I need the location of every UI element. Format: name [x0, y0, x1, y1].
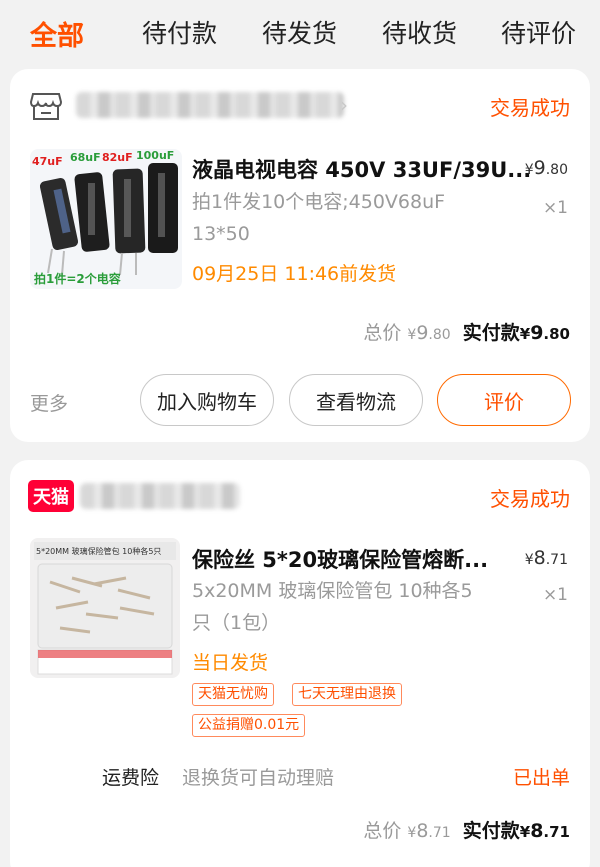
- review-button[interactable]: 评价: [437, 374, 571, 426]
- shop-icon: [30, 93, 62, 120]
- tab-pending-review[interactable]: 待评价: [501, 14, 576, 50]
- tab-all[interactable]: 全部: [30, 14, 84, 53]
- product-spec: 5x20MM 玻璃保险管包 10种各5 只（1包）: [192, 580, 473, 634]
- image-label: 5*20MM 玻璃保险管包 10种各5只: [36, 546, 161, 556]
- image-label: 82uF: [102, 151, 133, 164]
- unit-price: ¥9.80: [524, 157, 568, 179]
- tab-pending-shipment[interactable]: 待发货: [262, 14, 337, 50]
- shipping-insurance-status[interactable]: 已出单: [513, 763, 570, 790]
- chevron-right-icon: ›: [340, 93, 348, 117]
- quantity: ×1: [542, 198, 568, 218]
- service-tag: 天猫无忧购: [192, 683, 274, 706]
- service-tag: 七天无理由退换: [292, 683, 402, 706]
- shop-name-blurred[interactable]: [76, 92, 344, 118]
- tab-pending-receipt[interactable]: 待收货: [382, 14, 457, 50]
- product-title[interactable]: 液晶电视电容 450V 33UF/39U...: [192, 154, 531, 184]
- product-spec: 拍1件发10个电容;450V68uF 13*50: [192, 191, 446, 245]
- image-label: 47uF: [32, 155, 63, 168]
- view-logistics-button[interactable]: 查看物流: [289, 374, 423, 426]
- image-label: 拍1件=2个电容: [34, 271, 121, 286]
- shipping-time: 09月25日 11:46前发货: [192, 263, 397, 285]
- product-title[interactable]: 保险丝 5*20玻璃保险管熔断...: [192, 544, 488, 574]
- image-label: 100uF: [136, 149, 174, 162]
- shop-name-blurred[interactable]: [80, 483, 240, 509]
- order-card: › 交易成功 47uF 68uF 82uF 100uF 拍1件=2个电容 液晶电…: [10, 69, 590, 442]
- order-card: 天猫 交易成功 5*20MM 玻璃保险管包 10种各5只 保险丝 5*20玻璃保…: [10, 460, 590, 867]
- tab-pending-payment[interactable]: 待付款: [142, 14, 217, 50]
- shipping-time: 当日发货: [192, 652, 269, 674]
- image-label: 68uF: [70, 151, 101, 164]
- shipping-insurance-label: 运费险: [102, 767, 160, 789]
- product-image[interactable]: 47uF 68uF 82uF 100uF 拍1件=2个电容: [30, 149, 182, 289]
- order-total: 总价 ¥8.71 实付款¥8.71: [363, 820, 570, 842]
- quantity: ×1: [542, 585, 568, 605]
- product-image[interactable]: 5*20MM 玻璃保险管包 10种各5只: [30, 538, 180, 678]
- order-status: 交易成功: [490, 96, 570, 120]
- service-tag: 公益捐赠0.01元: [192, 714, 306, 737]
- tmall-badge: 天猫: [28, 480, 74, 512]
- add-to-cart-button[interactable]: 加入购物车: [140, 374, 274, 426]
- order-total: 总价 ¥9.80 实付款¥9.80: [363, 322, 570, 344]
- unit-price: ¥8.71: [524, 547, 568, 569]
- more-link[interactable]: 更多: [30, 389, 68, 416]
- order-status: 交易成功: [490, 487, 570, 511]
- shipping-insurance-desc: 退换货可自动理赔: [182, 767, 335, 789]
- order-tabs: 全部 待付款 待发货 待收货 待评价: [0, 0, 600, 66]
